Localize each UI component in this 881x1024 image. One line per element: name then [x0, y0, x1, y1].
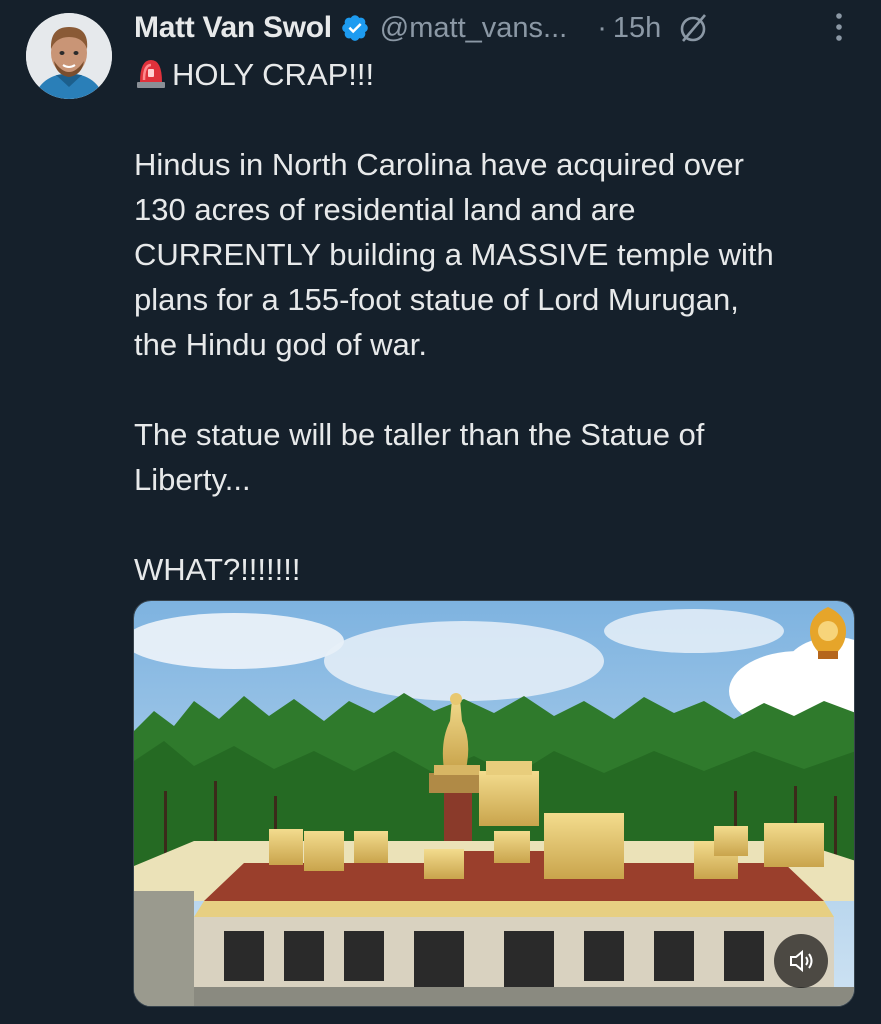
- author-name[interactable]: Matt Van Swol: [134, 11, 332, 45]
- volume-button[interactable]: [774, 934, 828, 988]
- author-avatar[interactable]: [26, 13, 112, 99]
- separator-dot: ·: [597, 11, 607, 44]
- author-handle[interactable]: @matt_vans...: [380, 12, 567, 45]
- avatar-image: [26, 13, 112, 99]
- tweet-line-text: HOLY CRAP!!!: [172, 57, 375, 92]
- tweet-text: HOLY CRAP!!! Hindus in North Carolina ha…: [134, 52, 854, 592]
- grok-icon[interactable]: [677, 11, 711, 45]
- tweet-line: Hindus in North Carolina have acquired o…: [134, 147, 744, 182]
- tweet-line: Liberty...: [134, 462, 251, 497]
- police-light-emoji: [137, 60, 165, 88]
- temple-rendering-image: [134, 601, 854, 1006]
- tweet-line: plans for a 155-foot statue of Lord Muru…: [134, 282, 739, 317]
- tweet-line: CURRENTLY building a MASSIVE temple with: [134, 237, 774, 272]
- tweet-video[interactable]: [133, 600, 855, 1007]
- verified-badge-icon[interactable]: [340, 13, 370, 43]
- tweet-line: the Hindu god of war.: [134, 327, 427, 362]
- tweet-timestamp[interactable]: 15h: [613, 12, 661, 45]
- tweet-line: 130 acres of residential land and are: [134, 192, 636, 227]
- tweet-line: The statue will be taller than the Statu…: [134, 417, 705, 452]
- tweet-line: WHAT?!!!!!!!: [134, 552, 301, 587]
- tweet-line: HOLY CRAP!!!: [134, 52, 854, 97]
- more-options-icon[interactable]: [833, 10, 845, 44]
- volume-muted-icon: [790, 949, 813, 973]
- tweet-header: Matt Van Swol @matt_vans... · 15h: [134, 6, 854, 50]
